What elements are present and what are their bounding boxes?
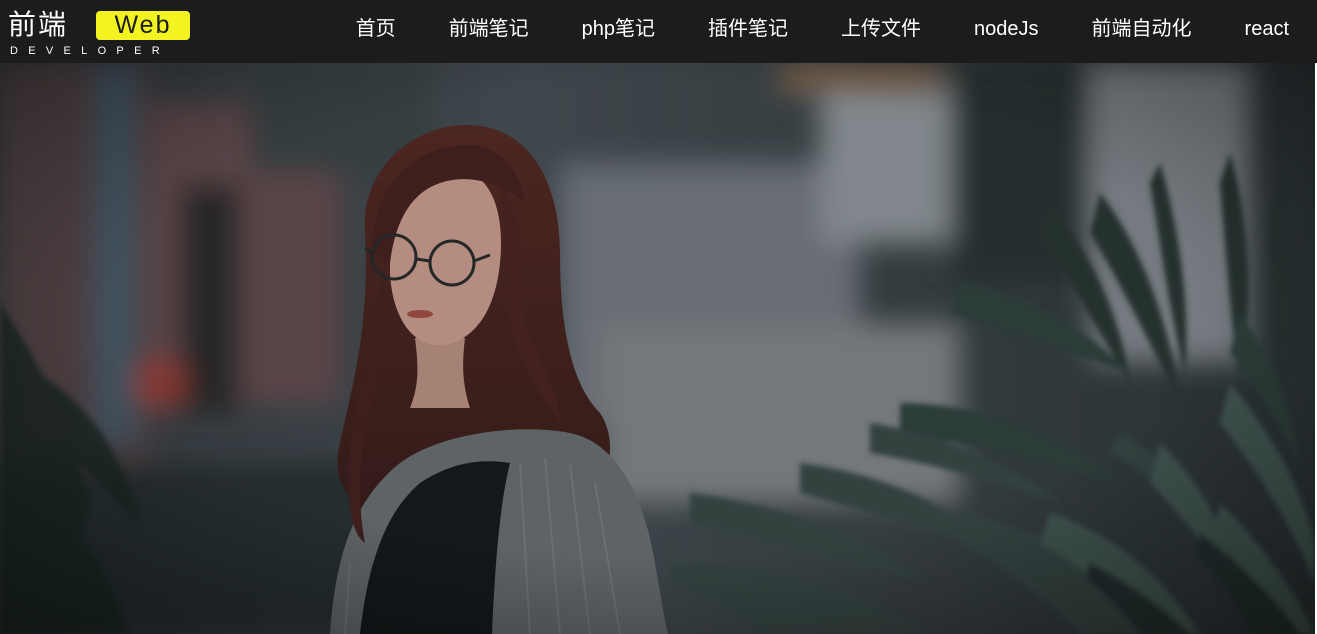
top-navbar: 前端 Web DEVELOPER 首页 前端笔记 php笔记 插件笔记 上传文件… [0, 0, 1317, 63]
nav-item-plugin-notes[interactable]: 插件笔记 [708, 17, 788, 41]
nav-item-nodejs[interactable]: nodeJs [974, 17, 1039, 41]
hero-banner [0, 63, 1315, 634]
hero-banner-image [0, 63, 1315, 634]
nav-item-upload-files[interactable]: 上传文件 [841, 17, 921, 41]
nav-item-frontend-notes[interactable]: 前端笔记 [449, 17, 529, 41]
nav-item-home[interactable]: 首页 [356, 17, 396, 41]
nav-menu: 首页 前端笔记 php笔记 插件笔记 上传文件 nodeJs 前端自动化 rea… [356, 0, 1289, 58]
logo-web-badge: Web [96, 11, 190, 40]
logo-developer-text: DEVELOPER [10, 45, 170, 57]
site-logo[interactable]: 前端 Web DEVELOPER [8, 8, 198, 60]
logo-chinese-text: 前端 [8, 8, 69, 41]
nav-item-frontend-automation[interactable]: 前端自动化 [1092, 17, 1192, 41]
nav-item-php-notes[interactable]: php笔记 [582, 17, 655, 41]
nav-item-react[interactable]: react [1245, 17, 1289, 41]
